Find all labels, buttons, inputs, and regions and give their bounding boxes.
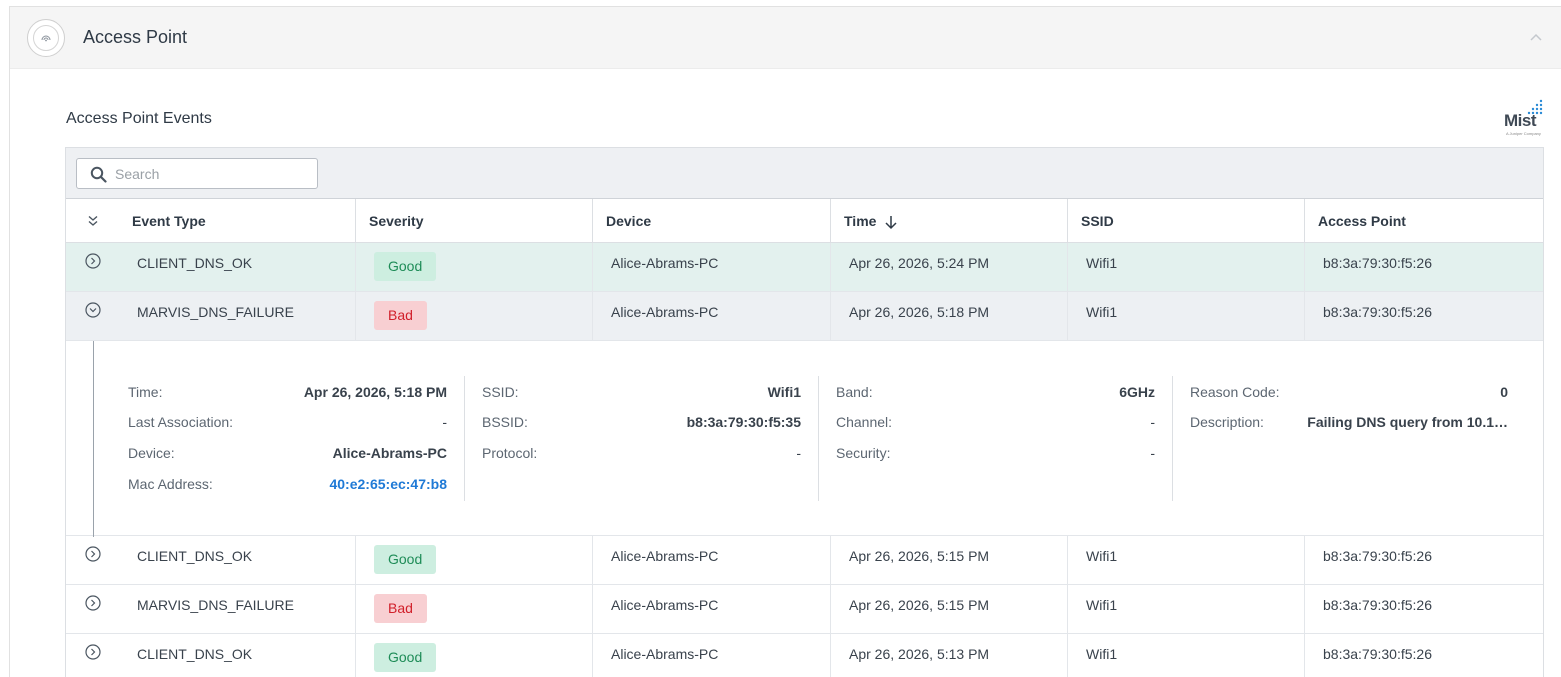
mac-address-link[interactable]: 40:e2:65:ec:47:b8	[329, 476, 447, 492]
column-header-device[interactable]: Device	[593, 199, 831, 243]
chevron-right-circle-icon	[85, 546, 101, 562]
cell-severity: Good	[356, 634, 593, 677]
severity-badge: Bad	[374, 301, 427, 330]
cell-access-point: b8:3a:79:30:f5:26	[1323, 597, 1432, 613]
chevron-right-circle-icon	[85, 253, 101, 269]
column-header-access-point[interactable]: Access Point	[1305, 199, 1543, 243]
search-icon	[90, 166, 107, 183]
detail-protocol: Protocol: -	[482, 445, 801, 461]
events-table: Event Type Severity Device Time SSID Acc…	[65, 147, 1544, 677]
detail-column-2: SSID: Wifi1 BSSID: b8:3a:79:30:f5:35 Proto…	[482, 376, 819, 501]
column-header-ssid[interactable]: SSID	[1068, 199, 1305, 243]
cell-device: Alice-Abrams-PC	[593, 634, 831, 677]
row-expand-toggle[interactable]	[66, 536, 122, 585]
chevron-right-circle-icon	[85, 595, 101, 611]
cell-device: Alice-Abrams-PC	[593, 292, 831, 341]
cell-device: Alice-Abrams-PC	[593, 243, 831, 292]
detail-last-association: Last Association: -	[128, 414, 447, 430]
detail-time: Time: Apr 26, 2026, 5:18 PM	[128, 384, 447, 400]
cell-access-point: b8:3a:79:30:f5:26	[1323, 646, 1432, 662]
detail-description: Description: Failing DNS query from 10.1…	[1190, 414, 1508, 430]
row-expand-toggle[interactable]	[66, 292, 122, 341]
cell-severity: Good	[356, 243, 593, 292]
severity-badge: Bad	[374, 594, 427, 623]
severity-badge: Good	[374, 252, 437, 281]
detail-column-3: Band: 6GHz Channel: - Security: -	[836, 376, 1173, 501]
cell-ssid: Wifi1	[1068, 536, 1305, 585]
column-header-time[interactable]: Time	[831, 199, 1068, 243]
panel-title: Access Point	[83, 27, 188, 47]
cell-event-type: CLIENT_DNS_OK	[119, 536, 356, 585]
detail-connector-line	[93, 341, 94, 537]
cell-ssid: Wifi1	[1068, 585, 1305, 634]
detail-bssid: BSSID: b8:3a:79:30:f5:35	[482, 414, 801, 430]
chevron-down-circle-icon	[85, 302, 101, 318]
table-row[interactable]: MARVIS_DNS_FAILURE Bad Alice-Abrams-PC A…	[66, 585, 1543, 634]
table-row[interactable]: CLIENT_DNS_OK Good Alice-Abrams-PC Apr 2…	[66, 536, 1543, 585]
detail-column-4: Reason Code: 0 Description: Failing DNS qu…	[1190, 376, 1526, 501]
detail-security: Security: -	[836, 445, 1155, 461]
table-toolbar	[66, 148, 1543, 199]
row-expand-toggle[interactable]	[66, 243, 122, 292]
cell-time: Apr 26, 2026, 5:15 PM	[831, 585, 1068, 634]
detail-ssid: SSID: Wifi1	[482, 384, 801, 400]
column-header-severity[interactable]: Severity	[356, 199, 593, 243]
search-input[interactable]	[115, 164, 310, 184]
detail-reason-code: Reason Code: 0	[1190, 384, 1508, 400]
cell-ssid: Wifi1	[1068, 243, 1305, 292]
cell-access-point: b8:3a:79:30:f5:26	[1323, 304, 1432, 320]
detail-device: Device: Alice-Abrams-PC	[128, 445, 447, 461]
detail-channel: Channel: -	[836, 414, 1155, 430]
cell-access-point: b8:3a:79:30:f5:26	[1323, 255, 1432, 271]
cell-time: Apr 26, 2026, 5:24 PM	[831, 243, 1068, 292]
cell-event-type: MARVIS_DNS_FAILURE	[119, 585, 356, 634]
table-row[interactable]: MARVIS_DNS_FAILURE Bad Alice-Abrams-PC A…	[66, 292, 1543, 341]
search-box[interactable]	[76, 158, 318, 189]
section-title: Access Point Events	[66, 110, 212, 127]
cell-time: Apr 26, 2026, 5:13 PM	[831, 634, 1068, 677]
cell-ssid: Wifi1	[1068, 292, 1305, 341]
cell-device: Alice-Abrams-PC	[593, 585, 831, 634]
cell-device: Alice-Abrams-PC	[593, 536, 831, 585]
column-header-event-type[interactable]: Event Type	[119, 199, 356, 243]
table-row[interactable]: CLIENT_DNS_OK Good Alice-Abrams-PC Apr 2…	[66, 243, 1543, 292]
logo-subtext: A Juniper Company	[1506, 131, 1541, 136]
sort-descending-icon[interactable]	[884, 214, 898, 230]
row-expand-toggle[interactable]	[66, 634, 122, 677]
chevron-up-icon[interactable]	[1528, 29, 1544, 45]
severity-badge: Good	[374, 545, 437, 574]
event-detail-panel: Time: Apr 26, 2026, 5:18 PM Last Associat…	[66, 341, 1543, 537]
cell-ssid: Wifi1	[1068, 634, 1305, 677]
cell-event-type: MARVIS_DNS_FAILURE	[119, 292, 356, 341]
cell-access-point: b8:3a:79:30:f5:26	[1323, 548, 1432, 564]
cell-event-type: CLIENT_DNS_OK	[119, 634, 356, 677]
double-chevron-down-icon	[88, 215, 98, 226]
panel-header[interactable]: Access Point	[10, 7, 1561, 69]
cell-time: Apr 26, 2026, 5:15 PM	[831, 536, 1068, 585]
cell-severity: Good	[356, 536, 593, 585]
table-row[interactable]: CLIENT_DNS_OK Good Alice-Abrams-PC Apr 2…	[66, 634, 1543, 677]
chevron-right-circle-icon	[85, 644, 101, 660]
severity-badge: Good	[374, 643, 437, 672]
row-expand-toggle[interactable]	[66, 585, 122, 634]
detail-band: Band: 6GHz	[836, 384, 1155, 400]
cell-event-type: CLIENT_DNS_OK	[119, 243, 356, 292]
table-header: Event Type Severity Device Time SSID Acc…	[66, 199, 1543, 243]
logo-text: Mist	[1504, 111, 1537, 130]
detail-column-1: Time: Apr 26, 2026, 5:18 PM Last Associat…	[128, 376, 465, 501]
expand-all-toggle[interactable]	[66, 199, 122, 243]
cell-time: Apr 26, 2026, 5:18 PM	[831, 292, 1068, 341]
detail-mac-address: Mac Address: 40:e2:65:ec:47:b8	[128, 476, 447, 492]
cell-severity: Bad	[356, 292, 593, 341]
access-point-icon	[27, 19, 65, 57]
mist-logo: Mist A Juniper Company	[1504, 99, 1544, 137]
cell-severity: Bad	[356, 585, 593, 634]
